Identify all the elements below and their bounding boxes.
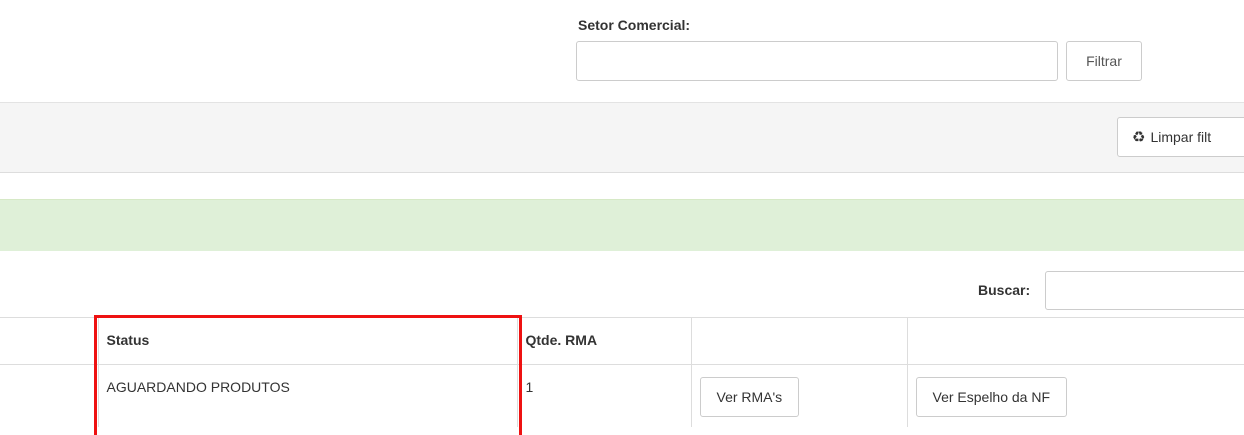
status-cell: AGUARDANDO PRODUTOS bbox=[97, 364, 517, 427]
buscar-label: Buscar: bbox=[978, 282, 1031, 298]
setor-comercial-label: Setor Comercial: bbox=[578, 17, 691, 33]
ver-rmas-button[interactable]: Ver RMA's bbox=[699, 377, 800, 417]
buscar-input[interactable] bbox=[1045, 271, 1244, 310]
table-header-row: Status Qtde. RMA bbox=[0, 317, 1244, 365]
recycle-icon: ♻ bbox=[1132, 128, 1146, 146]
limpar-filtros-label: Limpar filt bbox=[1150, 129, 1212, 145]
success-alert bbox=[0, 199, 1244, 251]
ver-espelho-cell: Ver Espelho da NF bbox=[906, 364, 1244, 427]
ver-rma-cell: Ver RMA's bbox=[690, 364, 907, 427]
header-cell-0 bbox=[0, 317, 98, 365]
header-cell-3 bbox=[690, 317, 907, 365]
table-row: AGUARDANDO PRODUTOS 1 Ver RMA's Ver Espe… bbox=[0, 364, 1244, 427]
filter-toolbar bbox=[0, 102, 1244, 173]
rma-table: Status Qtde. RMA AGUARDANDO PRODUTOS 1 V… bbox=[0, 317, 1244, 427]
row-cell-0 bbox=[0, 365, 98, 427]
header-qtde-rma[interactable]: Qtde. RMA bbox=[516, 317, 691, 365]
header-status[interactable]: Status bbox=[97, 317, 517, 365]
limpar-filtros-button[interactable]: ♻ Limpar filt bbox=[1117, 117, 1244, 157]
filtrar-button[interactable]: Filtrar bbox=[1066, 41, 1142, 81]
qtde-rma-cell: 1 bbox=[516, 364, 691, 427]
ver-espelho-nf-button[interactable]: Ver Espelho da NF bbox=[915, 377, 1068, 417]
setor-comercial-input[interactable] bbox=[576, 41, 1058, 81]
header-cell-4 bbox=[906, 317, 1244, 365]
